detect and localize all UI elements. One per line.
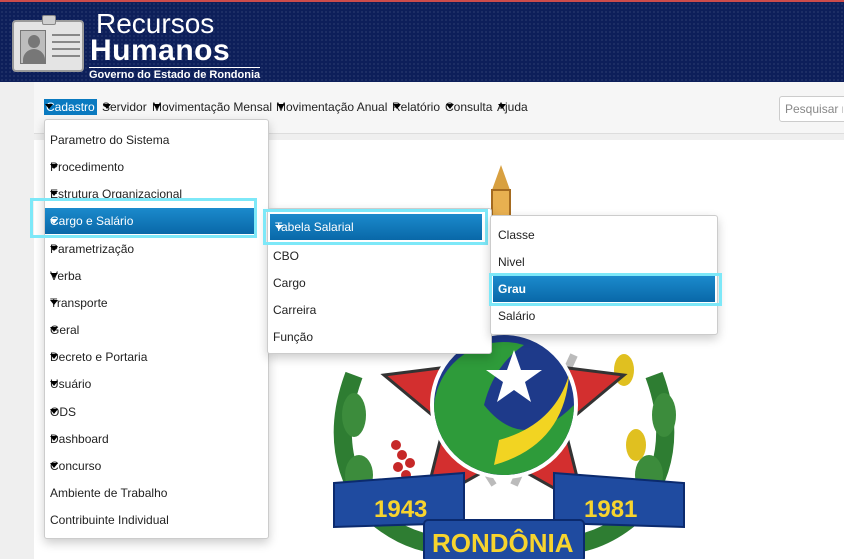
menu-item-transporte[interactable]: Transporte (50, 295, 108, 311)
caret-down-icon (50, 409, 58, 414)
menu-item-decreto-portaria[interactable]: Decreto e Portaria (50, 349, 147, 365)
menu-item-ods[interactable]: ODS (50, 404, 76, 420)
caret-down-icon (50, 219, 58, 224)
menu-item-label: Tabela Salarial (275, 220, 354, 234)
nav-label: Movimentação Mensal (152, 100, 273, 114)
caret-down-icon (153, 104, 161, 109)
search-input[interactable] (779, 96, 844, 122)
menu-item-carreira[interactable]: Carreira (273, 302, 316, 318)
menu-item-label: Ambiente de Trabalho (50, 486, 168, 500)
tabela-salarial-submenu: Classe Nivel Grau Salário (490, 215, 718, 335)
menu-item-label: Classe (498, 228, 535, 242)
menu-item-label: Contribuinte Individual (50, 513, 169, 527)
menu-item-funcao[interactable]: Função (273, 329, 313, 345)
menu-item-label: Grau (498, 282, 527, 296)
menu-item-label: Cargo (273, 276, 306, 290)
caret-down-icon (446, 104, 454, 109)
caret-down-icon (50, 463, 58, 468)
menu-item-contribuinte-individual[interactable]: Contribuinte Individual (50, 512, 169, 528)
caret-down-icon (275, 225, 283, 230)
cargo-salario-submenu: Tabela Salarial CBO Cargo Carreira Funçã… (267, 208, 492, 354)
cadastro-menu: Parametro do Sistema Procedimento Estrut… (44, 119, 269, 539)
menu-item-label: Cargo e Salário (50, 214, 134, 228)
menu-item-cargo-e-salario[interactable]: Cargo e Salário (45, 208, 255, 234)
menu-item-estrutura-organizacional[interactable]: Estrutura Organizacional (50, 186, 182, 202)
nav-relatorio[interactable]: Relatório (392, 99, 440, 115)
caret-down-icon (50, 164, 58, 169)
menu-item-label: CBO (273, 249, 300, 263)
menu-item-label: Dashboard (50, 432, 109, 446)
caret-down-icon (498, 104, 506, 109)
caret-down-icon (50, 436, 58, 441)
menu-item-cargo[interactable]: Cargo (273, 275, 306, 291)
menu-item-label: Transporte (50, 296, 108, 310)
caret-down-icon (45, 104, 53, 109)
crest-year-right: 1981 (584, 496, 637, 523)
menu-item-concurso[interactable]: Concurso (50, 458, 101, 474)
nav-servidor[interactable]: Servidor (102, 99, 147, 115)
menu-item-label: Função (273, 330, 314, 344)
caret-down-icon (50, 327, 58, 332)
menu-item-parametrizacao[interactable]: Parametrização (50, 241, 134, 257)
menu-item-label: Decreto e Portaria (50, 350, 148, 364)
nav-movimentacao-anual[interactable]: Movimentação Anual (276, 99, 387, 115)
caret-down-icon (50, 273, 58, 278)
menu-item-nivel[interactable]: Nivel (498, 254, 525, 270)
brand-subtitle: Governo do Estado de Rondonia (89, 67, 261, 81)
menu-item-label: Parametrização (50, 242, 135, 256)
caret-down-icon (50, 354, 58, 359)
crest-year-left: 1943 (374, 496, 427, 523)
menu-item-cbo[interactable]: CBO (273, 248, 299, 264)
menu-item-procedimento[interactable]: Procedimento (50, 159, 124, 175)
nav-label: Cadastro (46, 100, 95, 114)
id-badge-logo-icon (12, 15, 84, 72)
nav-consulta[interactable]: Consulta (445, 99, 492, 115)
menu-item-label: Parametro do Sistema (50, 133, 170, 147)
nav-ajuda[interactable]: Ajuda (497, 99, 528, 115)
menu-item-label: Nivel (498, 255, 525, 269)
caret-down-icon (277, 104, 285, 109)
menu-item-verba[interactable]: Verba (50, 268, 81, 284)
caret-down-icon (103, 104, 111, 109)
caret-down-icon (50, 191, 58, 196)
menu-item-parametro-sistema[interactable]: Parametro do Sistema (50, 132, 169, 148)
menu-item-label: Procedimento (50, 160, 125, 174)
menu-item-usuario[interactable]: Usuário (50, 376, 91, 392)
caret-down-icon (50, 381, 58, 386)
menu-item-ambiente-trabalho[interactable]: Ambiente de Trabalho (50, 485, 167, 501)
menu-item-tabela-salarial[interactable]: Tabela Salarial (270, 214, 482, 240)
menu-item-geral[interactable]: Geral (50, 322, 79, 338)
caret-down-icon (393, 104, 401, 109)
nav-movimentacao-mensal[interactable]: Movimentação Mensal (152, 99, 272, 115)
brand-title-line2: Humanos (90, 34, 231, 67)
nav-cadastro[interactable]: Cadastro (44, 99, 97, 115)
menu-item-grau[interactable]: Grau (493, 276, 715, 302)
menu-item-dashboard[interactable]: Dashboard (50, 431, 109, 447)
menu-item-label: Estrutura Organizacional (50, 187, 183, 201)
menu-item-classe[interactable]: Classe (498, 227, 535, 243)
caret-down-icon (50, 300, 58, 305)
crest-name: RONDÔNIA (432, 528, 574, 558)
app-header: Recursos Humanos Governo do Estado de Ro… (0, 0, 844, 82)
menu-item-label: Salário (498, 309, 536, 323)
nav-label: Movimentação Anual (276, 100, 388, 114)
menu-item-salario[interactable]: Salário (498, 308, 535, 324)
caret-down-icon (50, 246, 58, 251)
menu-item-label: Carreira (273, 303, 317, 317)
